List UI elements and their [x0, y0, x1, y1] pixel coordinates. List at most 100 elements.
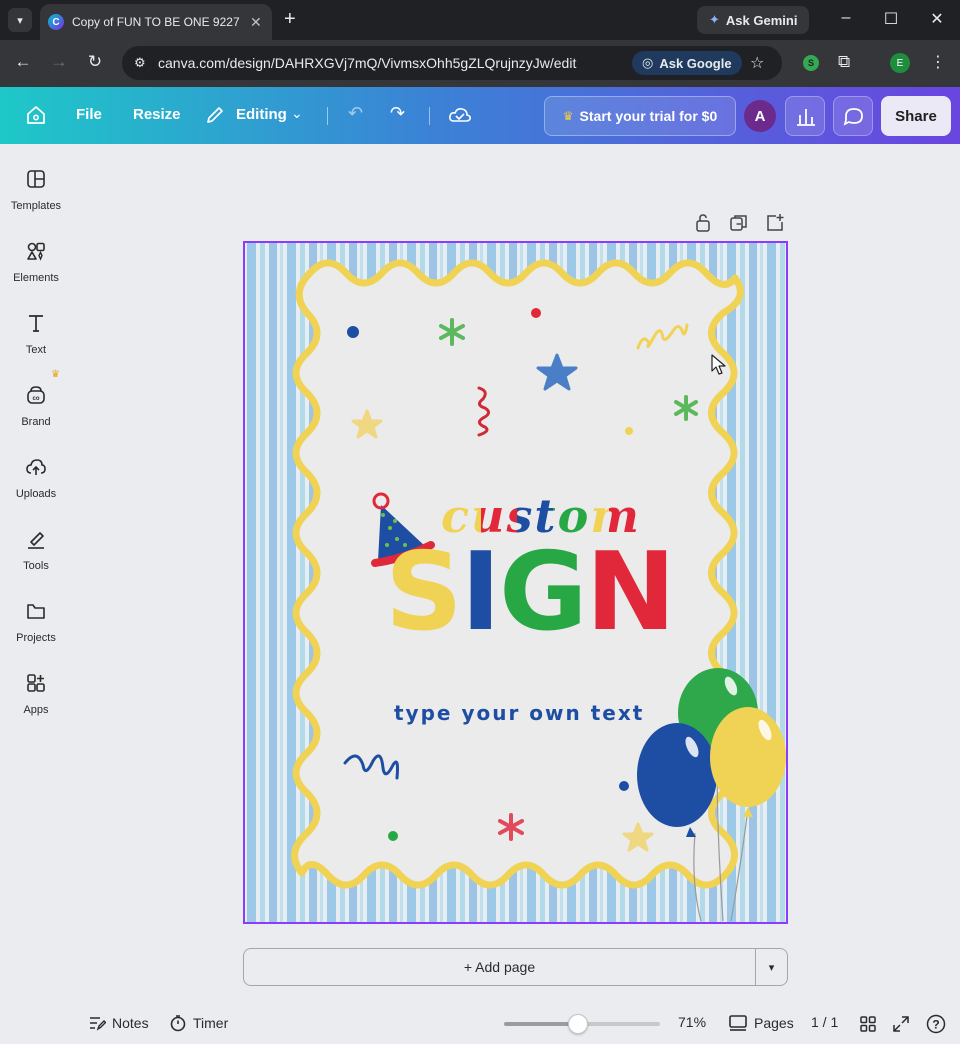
pencil-icon [207, 107, 223, 123]
confetti-dot [619, 781, 629, 791]
mouse-cursor-icon [711, 354, 726, 375]
page-count: 1 / 1 [811, 1014, 839, 1030]
templates-icon [27, 170, 45, 188]
timer-button[interactable]: Timer [169, 1014, 228, 1032]
browser-menu-icon[interactable]: ⋮ [930, 52, 946, 72]
design-subtitle[interactable]: type your own text [394, 701, 644, 725]
lock-icon[interactable] [694, 213, 712, 233]
grid-view-icon[interactable] [859, 1015, 877, 1033]
site-info-icon[interactable]: ⚙ [134, 55, 146, 71]
design-title-sign[interactable]: SIGN [385, 533, 676, 653]
zoom-slider-thumb[interactable] [567, 1014, 588, 1034]
add-page-icon[interactable] [765, 213, 785, 233]
sidebar-item-label: Elements [13, 272, 59, 284]
text-icon [29, 315, 43, 332]
tab-close-icon[interactable]: ✕ [250, 14, 262, 31]
crown-icon: ♛ [51, 369, 60, 380]
redo-icon[interactable]: ↷ [390, 103, 405, 124]
sidebar-item-elements[interactable]: Elements [0, 240, 72, 286]
ask-google-label: Ask Google [659, 55, 732, 71]
tab-search-button[interactable]: ▾ [8, 8, 32, 32]
sidebar-item-label: Apps [23, 704, 49, 716]
cloud-saved-icon[interactable] [448, 105, 472, 125]
maximize-button[interactable]: ☐ [881, 9, 901, 29]
fullscreen-icon[interactable] [892, 1015, 910, 1033]
svg-text:co: co [32, 396, 39, 402]
canva-favicon-icon: C [48, 14, 64, 30]
notes-button[interactable]: Notes [88, 1014, 149, 1032]
pages-button[interactable]: Pages [728, 1014, 794, 1032]
bar-chart-icon [797, 109, 815, 126]
user-avatar[interactable]: A [744, 100, 776, 132]
start-trial-button[interactable]: ♛ Start your trial for $0 [544, 96, 736, 136]
svg-text:?: ? [932, 1018, 939, 1032]
confetti-dot [625, 427, 633, 435]
forward-icon[interactable]: → [48, 52, 70, 72]
design-page[interactable]: CUSTOM SIGN type your own text [243, 241, 788, 924]
zoom-level[interactable]: 71% [678, 1014, 706, 1030]
sidebar-item-label: Text [25, 344, 47, 356]
notes-label: Notes [112, 1015, 149, 1031]
sidebar-item-uploads[interactable]: Uploads [0, 456, 72, 502]
extensions-puzzle-icon[interactable]: ⧉ [838, 52, 850, 72]
help-icon[interactable]: ? [926, 1014, 946, 1034]
address-bar[interactable]: ⚙ canva.com/design/DAHRXGVj7mQ/VivmsxOhh… [122, 46, 782, 80]
sidebar-item-projects[interactable]: Projects [0, 600, 72, 646]
projects-icon [27, 604, 45, 619]
close-window-button[interactable]: ✕ [927, 9, 947, 29]
canva-header: File Resize Editing ⌄ ↶ ↷ ♛ Start your t… [0, 87, 960, 144]
browser-tab-strip: ▾ C Copy of FUN TO BE ONE 9227 C ✕ + ✦ A… [0, 0, 960, 40]
ask-gemini-button[interactable]: ✦ Ask Gemini [697, 6, 810, 34]
tab-title: Copy of FUN TO BE ONE 9227 C [72, 15, 242, 29]
crown-icon: ♛ [562, 109, 574, 123]
google-lens-icon: ◎ [642, 55, 654, 70]
elements-icon [27, 242, 45, 261]
share-button[interactable]: Share [881, 96, 951, 136]
chevron-down-icon: ▾ [768, 961, 775, 974]
file-menu[interactable]: File [76, 106, 102, 123]
timer-label: Timer [193, 1015, 229, 1031]
header-divider [429, 107, 430, 125]
back-icon[interactable]: ← [12, 52, 34, 72]
zoom-slider[interactable] [504, 1014, 660, 1034]
resize-menu[interactable]: Resize [133, 106, 181, 123]
browser-tab[interactable]: C Copy of FUN TO BE ONE 9227 C ✕ [40, 4, 272, 40]
analytics-button[interactable] [785, 96, 825, 136]
uploads-icon [26, 459, 46, 475]
tools-icon [28, 532, 44, 549]
sidebar-item-apps[interactable]: Apps [0, 672, 72, 718]
confetti-dot [531, 308, 541, 318]
duplicate-page-icon[interactable] [729, 213, 749, 233]
sidebar-item-label: Tools [23, 560, 49, 572]
undo-icon[interactable]: ↶ [348, 103, 363, 124]
comments-button[interactable] [833, 96, 873, 136]
url-text[interactable]: canva.com/design/DAHRXGVj7mQ/VivmsxOhh5g… [158, 55, 576, 71]
add-page-dropdown[interactable]: ▾ [755, 948, 788, 986]
reload-icon[interactable]: ↻ [84, 52, 106, 72]
pages-label: Pages [754, 1015, 794, 1031]
sidebar-item-label: Brand [21, 416, 51, 428]
ask-google-button[interactable]: ◎ Ask Google [632, 51, 742, 75]
extension-icon[interactable]: S [803, 55, 819, 71]
minimize-button[interactable]: – [836, 9, 856, 27]
sidebar-item-text[interactable]: Text [0, 312, 72, 358]
new-tab-button[interactable]: + [284, 9, 296, 29]
sidebar-item-brand[interactable]: ♛ co Brand [0, 369, 72, 430]
sidebar-item-tools[interactable]: Tools [0, 528, 72, 574]
brand-icon: co [27, 386, 45, 404]
bookmark-star-icon[interactable]: ☆ [750, 53, 764, 73]
gemini-sparkle-icon: ✦ [709, 12, 720, 27]
add-page-button[interactable]: + Add page [243, 948, 755, 986]
home-icon[interactable] [25, 104, 47, 126]
confetti-dot [347, 326, 359, 338]
confetti-dot [388, 831, 398, 841]
sidebar-item-templates[interactable]: Templates [0, 168, 72, 214]
sidebar-item-label: Projects [16, 632, 56, 644]
notes-icon [90, 1017, 106, 1031]
sidebar-item-label: Templates [10, 200, 62, 212]
editing-mode-menu[interactable]: Editing [236, 106, 287, 123]
profile-avatar[interactable]: E [890, 53, 910, 73]
zoom-slider-fill [504, 1022, 578, 1026]
comment-icon [843, 108, 863, 126]
chevron-down-icon[interactable]: ⌄ [291, 105, 303, 122]
